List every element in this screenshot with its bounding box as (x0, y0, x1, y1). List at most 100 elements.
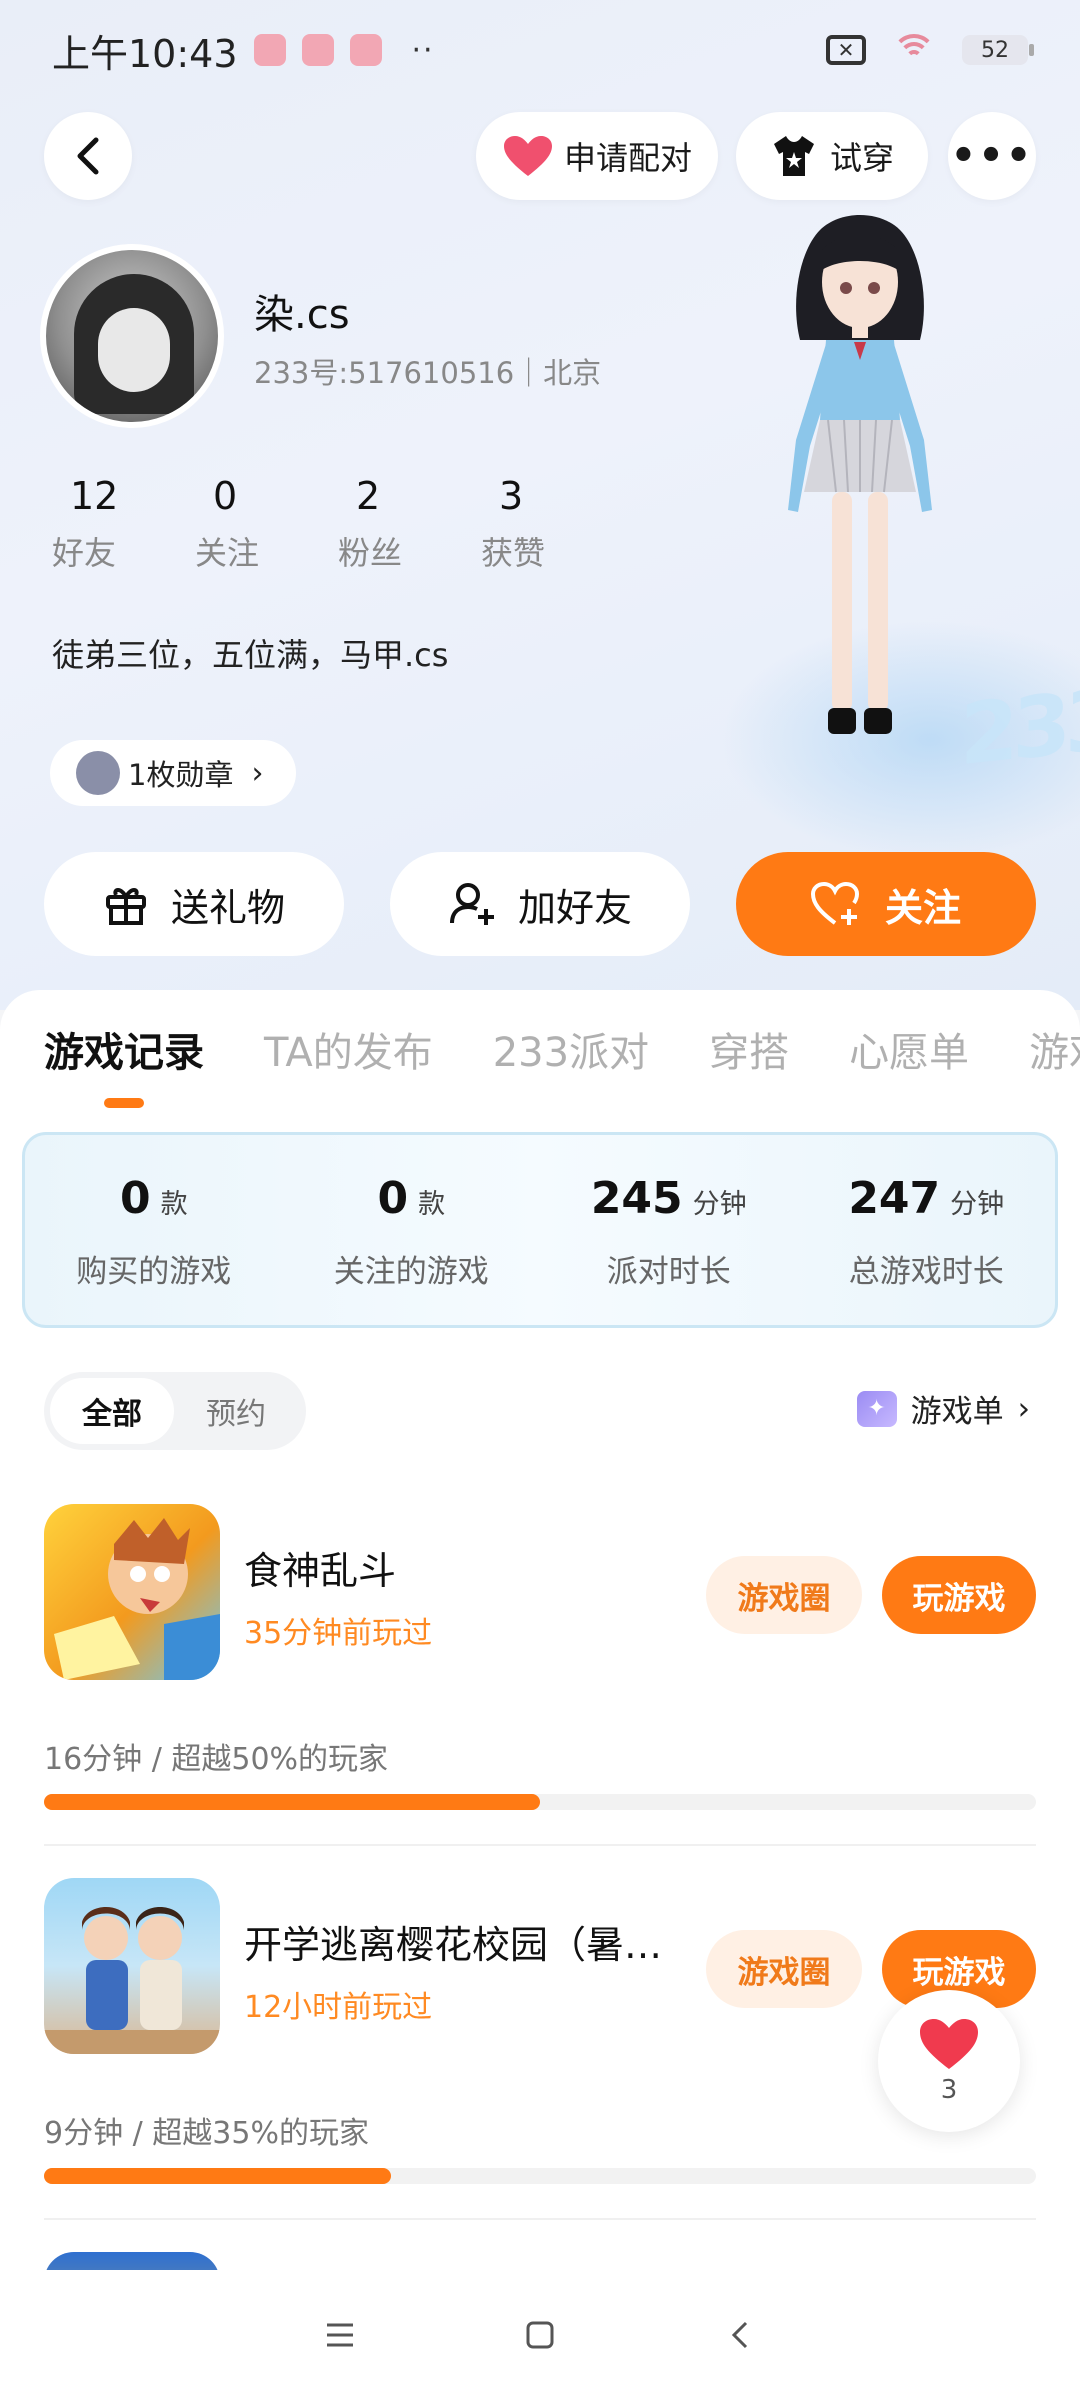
game-playtime-stat: 16分钟 / 超越50%的玩家 (44, 1742, 389, 1777)
profile-stats: 12 好友 0 关注 2 粉丝 3 获赞 (52, 474, 624, 574)
stat-label: 关注 (195, 534, 260, 572)
game-list-link[interactable]: ✦ 游戏单 › (856, 1386, 1030, 1431)
back-icon (731, 2321, 748, 2349)
game-art (44, 1907, 220, 2054)
home-nav-button[interactable] (510, 2305, 570, 2365)
summary-unit: 款 (418, 1189, 446, 1220)
tab-233-party[interactable]: 233派对 (493, 1020, 649, 1078)
more-icon: ••• (950, 133, 1034, 179)
filter-reserve[interactable]: 预约 (174, 1378, 298, 1444)
back-button[interactable] (44, 112, 132, 200)
play-game-button[interactable]: 玩游戏 (882, 1556, 1036, 1634)
summary-total-time[interactable]: 247 分钟 总游戏时长 (798, 1135, 1056, 1325)
game-list-label: 游戏单 (910, 1394, 1004, 1430)
menu-icon (327, 2323, 353, 2347)
profile-bio: 徒弟三位，五位满，马甲.cs (52, 636, 449, 674)
summary-followed[interactable]: 0款 关注的游戏 (283, 1135, 541, 1325)
more-options-button[interactable]: ••• (948, 112, 1036, 200)
tab-posts[interactable]: TA的发布 (264, 1020, 433, 1078)
medal-label: 1枚勋章 (128, 758, 234, 792)
avatar-face (98, 308, 170, 392)
more-notifications-icon: ·· (411, 32, 435, 68)
request-pair-label: 申请配对 (563, 139, 692, 177)
send-gift-label: 送礼物 (170, 885, 285, 930)
list-item[interactable]: 食神乱斗 35分钟前玩过 游戏圈 玩游戏 16分钟 / 超越50%的玩家 (44, 1504, 1036, 1824)
chevron-left-icon (77, 137, 99, 175)
game-circle-button[interactable]: 游戏圈 (706, 1930, 862, 2008)
status-time: 上午10:43 (52, 31, 238, 76)
follow-button[interactable]: 关注 (736, 852, 1036, 956)
game-playtime-stat: 9分钟 / 超越35%的玩家 (44, 2116, 369, 2151)
summary-value: 247 (848, 1173, 941, 1224)
tshirt-icon (773, 136, 814, 176)
stat-following[interactable]: 0 关注 (195, 474, 338, 574)
menu-nav-button[interactable] (310, 2305, 370, 2365)
game-filter-toggle: 全部 预约 (44, 1372, 306, 1450)
avatar[interactable] (40, 244, 224, 428)
stat-friends[interactable]: 12 好友 (52, 474, 195, 574)
user-id-location: 233号:517610516｜北京 (254, 356, 602, 390)
game-name: 食神乱斗 (244, 1549, 397, 1593)
summary-label: 关注的游戏 (333, 1254, 489, 1290)
stat-fans[interactable]: 2 粉丝 (338, 474, 481, 574)
divider (44, 2218, 1036, 2220)
profile-tabs: 游戏记录 TA的发布 233派对 穿搭 心愿单 游戏 (44, 1020, 1080, 1078)
stat-value: 3 (499, 474, 524, 518)
try-on-button[interactable]: 试穿 (736, 112, 928, 200)
filter-all[interactable]: 全部 (50, 1378, 174, 1444)
stat-label: 好友 (52, 534, 117, 572)
summary-unit: 分钟 (950, 1189, 1005, 1220)
like-count: 3 (940, 2075, 958, 2105)
follow-label: 关注 (884, 885, 961, 930)
game-last-played: 12小时前玩过 (244, 1990, 433, 2025)
game-icon (44, 1504, 220, 1680)
game-art (54, 1518, 220, 1680)
gift-icon (105, 888, 146, 925)
add-friend-button[interactable]: 加好友 (390, 852, 690, 956)
medal-icon (76, 751, 120, 795)
tab-wishlist[interactable]: 心愿单 (849, 1020, 969, 1078)
medal-button[interactable]: 1枚勋章 › (50, 740, 296, 806)
tab-game-records[interactable]: 游戏记录 (44, 1020, 204, 1078)
summary-unit: 款 (160, 1189, 188, 1220)
tab-games[interactable]: 游戏 (1029, 1020, 1080, 1078)
wifi-icon (892, 34, 936, 66)
notification-icon (349, 34, 382, 66)
stat-label: 获赞 (481, 534, 546, 572)
notification-icon (301, 34, 334, 66)
summary-value: 0 (377, 1173, 409, 1224)
like-button[interactable]: 3 (878, 1990, 1020, 2132)
summary-party-time[interactable]: 245 分钟 派对时长 (540, 1135, 798, 1325)
heart-icon (920, 2019, 978, 2069)
stat-value: 0 (213, 474, 238, 518)
playtime-progress-bar (44, 2168, 1036, 2184)
stat-value: 2 (356, 474, 381, 518)
chevron-right-icon: › (1017, 1390, 1030, 1427)
request-pair-button[interactable]: 申请配对 (476, 112, 718, 200)
233-logo-decoration: 233 (960, 669, 1080, 785)
try-on-label: 试穿 (829, 139, 894, 177)
summary-label: 总游戏时长 (848, 1254, 1004, 1290)
game-last-played: 35分钟前玩过 (244, 1616, 433, 1651)
back-nav-button[interactable] (710, 2305, 770, 2365)
send-gift-button[interactable]: 送礼物 (44, 852, 344, 956)
battery-icon: 52 (962, 35, 1034, 65)
avatar-character-3d[interactable] (760, 210, 960, 780)
active-tab-indicator (104, 1098, 144, 1108)
sim-off-icon: ✕ (826, 35, 866, 65)
summary-value: 0 (119, 1173, 151, 1224)
heart-plus-icon (810, 881, 859, 925)
home-icon (526, 2321, 554, 2349)
stat-likes[interactable]: 3 获赞 (481, 474, 624, 574)
summary-purchased[interactable]: 0款 购买的游戏 (25, 1135, 283, 1325)
stat-label: 粉丝 (338, 534, 403, 572)
system-navigation-bar (0, 2270, 1080, 2400)
stat-value: 12 (70, 474, 119, 518)
summary-unit: 分钟 (692, 1189, 747, 1220)
tab-outfits[interactable]: 穿搭 (709, 1020, 789, 1078)
game-circle-button[interactable]: 游戏圈 (706, 1556, 862, 1634)
game-summary-card: 0款 购买的游戏 0款 关注的游戏 245 分钟 派对时长 247 分钟 总游戏时长 (22, 1132, 1058, 1328)
heart-icon (503, 136, 552, 176)
playtime-progress-fill (44, 1794, 540, 1810)
playtime-progress-bar (44, 1794, 1036, 1810)
